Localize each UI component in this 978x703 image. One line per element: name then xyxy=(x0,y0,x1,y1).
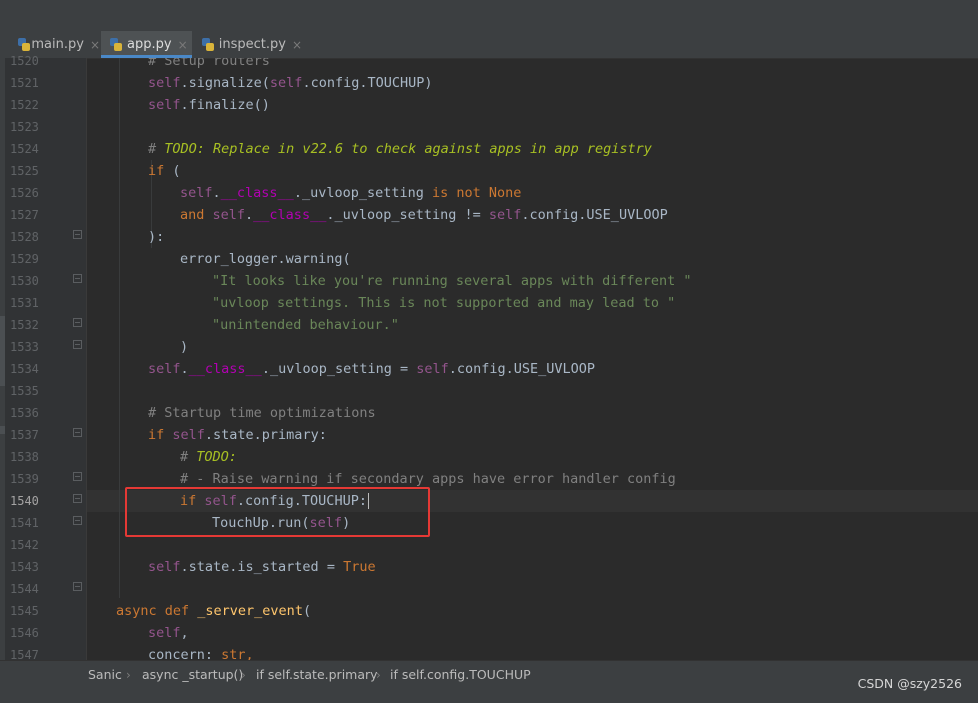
line-number: 1543 xyxy=(10,560,39,574)
line-number: 1522 xyxy=(10,98,39,112)
line-number: 1524 xyxy=(10,142,39,156)
line-number: 1545 xyxy=(10,604,39,618)
line-number: 1537 xyxy=(10,428,39,442)
line-number: 1530 xyxy=(10,274,39,288)
line-number: 1544 xyxy=(10,582,39,596)
breadcrumb-separator: › xyxy=(241,668,246,682)
python-file-icon xyxy=(110,38,122,51)
code-line: if self.state.primary: xyxy=(148,427,327,443)
code-line: async def _server_event( xyxy=(116,603,312,619)
line-number: 1546 xyxy=(10,626,39,640)
line-number: 1527 xyxy=(10,208,39,222)
code-line: # Setup routers xyxy=(148,58,270,69)
code-line: self.state.is_started = True xyxy=(148,559,376,575)
code-line: # TODO: xyxy=(180,449,237,465)
code-line: ) xyxy=(180,339,189,355)
code-editor[interactable]: # Setup routers self.signalize(self.conf… xyxy=(87,58,978,660)
code-line: self.finalize() xyxy=(148,97,270,113)
close-icon[interactable]: × xyxy=(292,38,302,52)
window-top-bar xyxy=(0,0,978,32)
line-number: 1532 xyxy=(10,318,39,332)
breadcrumb-separator: › xyxy=(376,668,381,682)
code-line: "It looks like you're running several ap… xyxy=(212,273,692,289)
fold-icon[interactable] xyxy=(73,582,82,591)
line-number: 1541 xyxy=(10,516,39,530)
fold-icon[interactable] xyxy=(73,516,82,525)
code-line: # TODO: Replace in v22.6 to check agains… xyxy=(148,141,652,157)
code-line: self.__class__._uvloop_setting = self.co… xyxy=(148,361,596,377)
line-number: 1539 xyxy=(10,472,39,486)
code-line: self, xyxy=(148,625,189,641)
tab-label: app.py xyxy=(127,37,172,52)
code-line: if ( xyxy=(148,163,181,179)
annotation-highlight-box xyxy=(125,487,430,537)
fold-icon[interactable] xyxy=(73,472,82,481)
breadcrumb-item[interactable]: async _startup() xyxy=(142,661,243,689)
code-line: concern: str, xyxy=(148,647,254,660)
code-line: # Startup time optimizations xyxy=(148,405,376,421)
line-number: 1536 xyxy=(10,406,39,420)
line-number: 1521 xyxy=(10,76,39,90)
code-line: self.signalize(self.config.TOUCHUP) xyxy=(148,75,433,91)
fold-icon[interactable] xyxy=(73,494,82,503)
line-number: 1520 xyxy=(10,54,39,68)
line-number: 1523 xyxy=(10,120,39,134)
line-number: 1534 xyxy=(10,362,39,376)
code-line: "unintended behaviour." xyxy=(212,317,399,333)
line-number: 1529 xyxy=(10,252,39,266)
line-number-gutter[interactable]: 1520 1521 1522 1523 1524 1525 1526 1527 … xyxy=(5,54,87,662)
fold-icon[interactable] xyxy=(73,274,82,283)
breadcrumb-separator: › xyxy=(126,668,131,682)
python-file-icon xyxy=(202,38,214,51)
fold-icon[interactable] xyxy=(73,340,82,349)
fold-icon[interactable] xyxy=(73,428,82,437)
code-line: "uvloop settings. This is not supported … xyxy=(212,295,676,311)
line-number: 1528 xyxy=(10,230,39,244)
breadcrumb: Sanic › async _startup() › if self.state… xyxy=(0,660,978,689)
line-number: 1533 xyxy=(10,340,39,354)
breadcrumb-item[interactable]: if self.config.TOUCHUP xyxy=(390,661,531,689)
code-line: error_logger.warning( xyxy=(180,251,351,267)
line-number: 1525 xyxy=(10,164,39,178)
code-line: ): xyxy=(148,229,165,245)
tab-inspect-py[interactable]: inspect.py × xyxy=(194,31,302,58)
fold-icon[interactable] xyxy=(73,230,82,239)
editor-tab-bar: main.py × app.py × inspect.py × xyxy=(0,31,978,59)
code-line: and self.__class__._uvloop_setting != se… xyxy=(180,207,668,223)
breadcrumb-item[interactable]: Sanic xyxy=(88,661,122,689)
watermark: CSDN @szy2526 xyxy=(857,676,962,691)
tab-app-py[interactable]: app.py × xyxy=(101,31,192,58)
line-number: 1542 xyxy=(10,538,39,552)
line-number: 1535 xyxy=(10,384,39,398)
close-icon[interactable]: × xyxy=(90,38,100,52)
line-number-current: 1540 xyxy=(10,494,39,508)
line-number: 1538 xyxy=(10,450,39,464)
status-bar xyxy=(0,688,978,703)
close-icon[interactable]: × xyxy=(178,38,188,52)
tab-label: inspect.py xyxy=(218,37,286,52)
line-number: 1526 xyxy=(10,186,39,200)
indent-guide xyxy=(119,58,120,598)
line-number: 1531 xyxy=(10,296,39,310)
breadcrumb-item[interactable]: if self.state.primary xyxy=(256,661,378,689)
code-line: self.__class__._uvloop_setting is not No… xyxy=(180,185,522,201)
fold-icon[interactable] xyxy=(73,318,82,327)
